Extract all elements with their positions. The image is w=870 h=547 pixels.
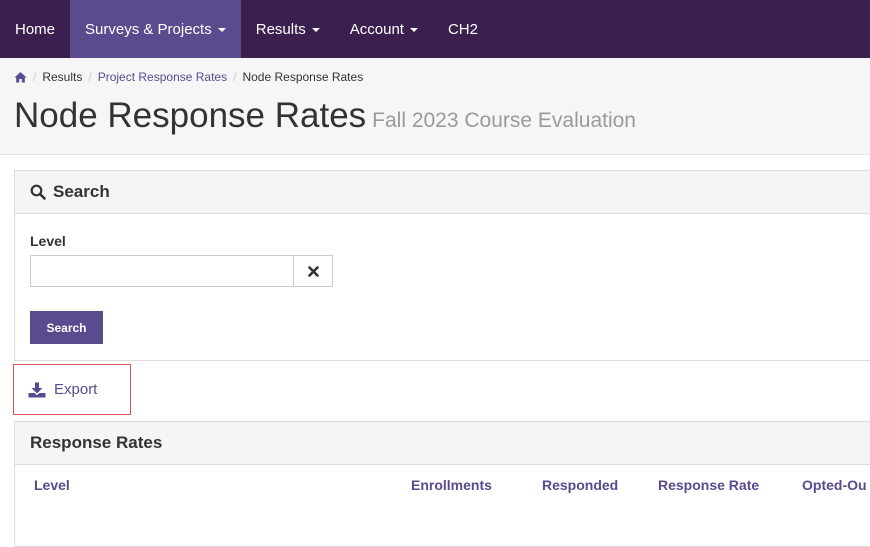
nav-account-label: Account <box>349 20 404 38</box>
caret-down-icon <box>409 28 418 32</box>
nav-home-label: Home <box>15 20 56 38</box>
level-label: Level <box>30 233 66 249</box>
clear-level-button[interactable] <box>294 255 333 287</box>
page-title: Node Response Rates Fall 2023 Course Eval… <box>14 96 636 136</box>
nav-ch2[interactable]: CH2 <box>433 0 493 58</box>
export-button[interactable]: Export <box>13 364 131 415</box>
nav-ch2-label: CH2 <box>447 20 478 38</box>
caret-down-icon <box>217 28 226 32</box>
nav-home[interactable]: Home <box>0 0 70 58</box>
column-header-opted-out[interactable]: Opted-Ou <box>802 477 867 493</box>
breadcrumb-separator: / <box>33 70 37 84</box>
top-navbar: Home Surveys & Projects Results Account … <box>0 0 870 58</box>
page-title-text: Node Response Rates <box>14 96 367 135</box>
download-icon <box>28 382 54 398</box>
search-button[interactable]: Search <box>30 311 103 344</box>
page-subtitle: Fall 2023 Course Evaluation <box>372 109 636 132</box>
level-input-group <box>30 255 333 287</box>
search-heading-label: Search <box>53 182 110 201</box>
breadcrumb-separator: / <box>88 70 92 84</box>
search-panel: Search Level Search <box>14 170 870 361</box>
breadcrumb-current: Node Response Rates <box>242 70 364 84</box>
nav-surveys-projects[interactable]: Surveys & Projects <box>70 0 241 58</box>
nav-surveys-projects-label: Surveys & Projects <box>85 20 212 38</box>
search-panel-heading: Search <box>15 171 870 214</box>
column-header-response-rate[interactable]: Response Rate <box>658 477 759 493</box>
nav-account[interactable]: Account <box>335 0 433 58</box>
column-header-level[interactable]: Level <box>34 477 70 493</box>
clear-icon <box>307 265 319 277</box>
response-rates-heading: Response Rates <box>15 422 870 465</box>
breadcrumb-project-response-rates[interactable]: Project Response Rates <box>98 70 227 84</box>
level-input[interactable] <box>30 255 294 287</box>
breadcrumb-results[interactable]: Results <box>42 70 82 84</box>
nav-results-label: Results <box>255 20 306 38</box>
breadcrumb-separator: / <box>233 70 237 84</box>
response-rates-panel: Response Rates Level Enrollments Respond… <box>14 421 870 547</box>
export-label: Export <box>54 381 98 398</box>
column-header-enrollments[interactable]: Enrollments <box>411 477 492 493</box>
search-icon <box>30 184 46 200</box>
home-icon[interactable] <box>14 71 27 83</box>
nav-results[interactable]: Results <box>241 0 335 58</box>
caret-down-icon <box>311 28 320 32</box>
breadcrumb: / Results / Project Response Rates / Nod… <box>14 70 363 84</box>
column-header-responded[interactable]: Responded <box>542 477 618 493</box>
